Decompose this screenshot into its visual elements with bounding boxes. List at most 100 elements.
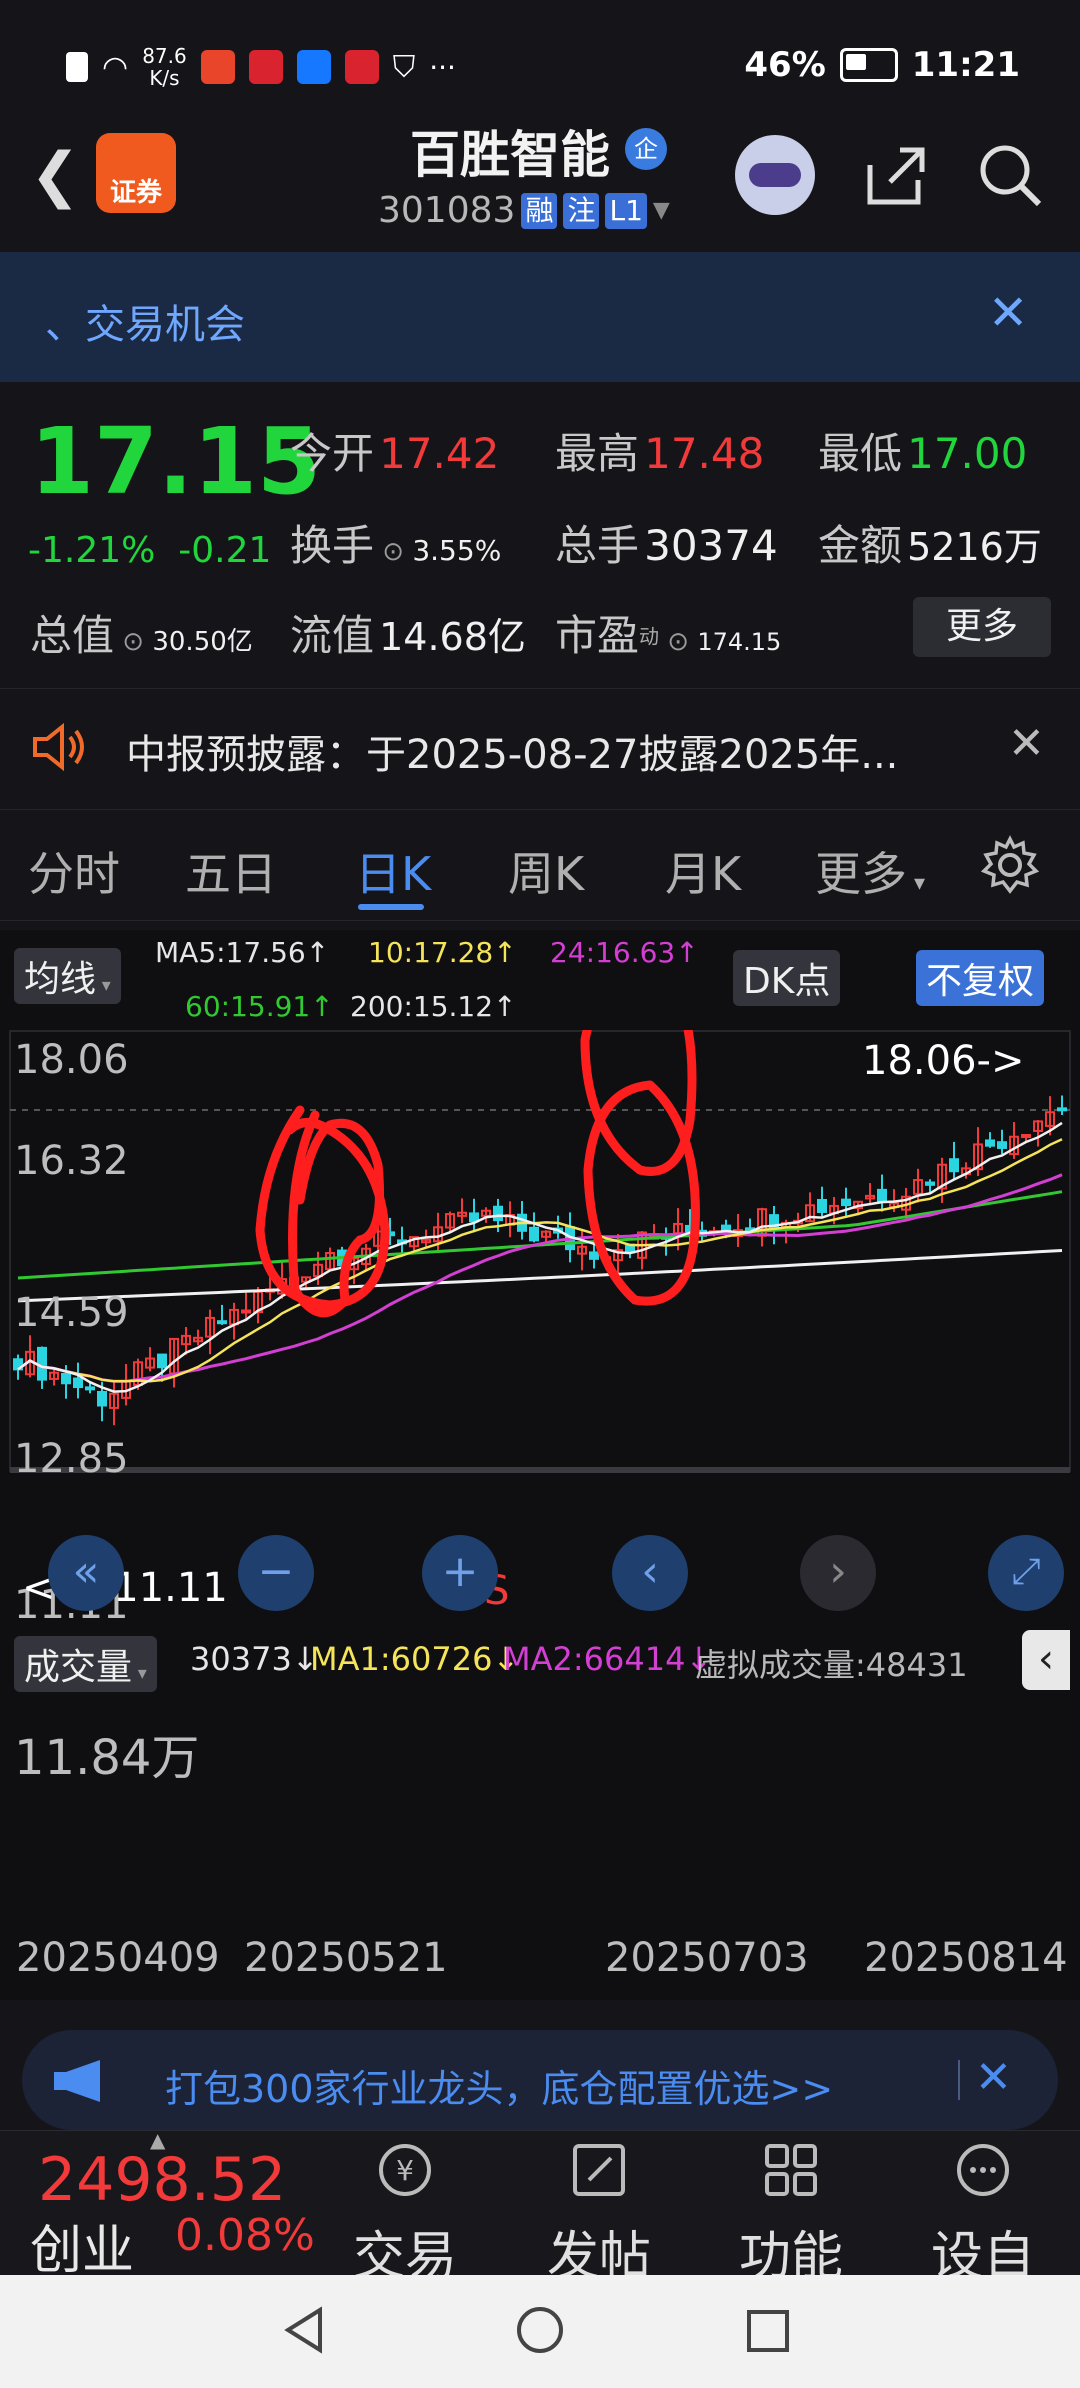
- candle-body: [241, 1309, 251, 1314]
- chevron-left-icon[interactable]: ‹: [612, 1535, 688, 1611]
- candle-body: [841, 1198, 851, 1207]
- back-icon[interactable]: ❮: [30, 140, 80, 210]
- level-tag: L1: [605, 192, 647, 229]
- close-icon[interactable]: ✕: [1008, 718, 1045, 769]
- quote-field-float-cap: 流值 14.68亿: [290, 611, 526, 660]
- wifi-icon: ◠: [102, 49, 129, 85]
- change-percent: -1.21%: [28, 530, 156, 571]
- volume-max-label: 11.84万: [14, 1730, 200, 1786]
- opportunity-text[interactable]: 、交易机会: [45, 292, 245, 350]
- tab-weekly-k[interactable]: 周K: [508, 838, 584, 904]
- tab-five-day[interactable]: 五日: [185, 838, 277, 904]
- fullscreen-icon[interactable]: ⤢: [988, 1535, 1064, 1611]
- search-icon[interactable]: [975, 140, 1045, 210]
- quote-field-low: 最低 17.00: [818, 429, 1028, 478]
- stock-code-row[interactable]: 301083 融 注 L1 ▼: [378, 190, 670, 231]
- battery-icon: [839, 48, 898, 82]
- adjust-toggle[interactable]: 不复权: [916, 950, 1045, 1006]
- candle-body: [1021, 1133, 1031, 1138]
- promo-text[interactable]: 打包300家行业龙头，底仓配置优选>>: [165, 2058, 833, 2113]
- tab-daily-k[interactable]: 日K: [355, 838, 431, 904]
- broker-logo[interactable]: 证券: [96, 133, 176, 213]
- date-label: 20250703: [605, 1935, 809, 1981]
- annotation-circle: [580, 1030, 697, 1176]
- megaphone-icon: [54, 2060, 100, 2102]
- status-left: ◠ 87.6 K/s ⛉ ···: [66, 45, 456, 89]
- y-axis-label: 16.32: [14, 1138, 129, 1184]
- volume-ma2: MA2:66414↓: [503, 1640, 713, 1678]
- dk-point-toggle[interactable]: DK点: [733, 950, 841, 1006]
- y-axis-label: 18.06: [14, 1037, 129, 1083]
- shield-icon: ⛉: [392, 49, 416, 85]
- active-tab-indicator: [358, 904, 424, 910]
- logo-text: 证券: [109, 178, 162, 208]
- tab-intraday[interactable]: 分时: [28, 838, 120, 904]
- candle-body: [73, 1377, 83, 1389]
- ma24-legend: 24:16.63↑: [550, 936, 699, 969]
- candle-body: [61, 1372, 71, 1385]
- fast-backward-icon[interactable]: «: [48, 1535, 124, 1611]
- stock-code: 301083: [378, 190, 516, 231]
- volume-current: 30373↓: [190, 1640, 319, 1678]
- share-icon[interactable]: [860, 140, 930, 210]
- grid-icon: [765, 2144, 817, 2196]
- candle-body: [589, 1251, 599, 1260]
- zoom-in-icon[interactable]: +: [422, 1535, 498, 1611]
- stock-name: 百胜智能: [410, 126, 610, 184]
- system-recents-icon[interactable]: [745, 2308, 791, 2354]
- candle-body: [217, 1320, 227, 1325]
- quote-field-amount: 金额 5216万: [818, 521, 1042, 570]
- quote-field-market-cap: 总值 ⊙ 30.50亿: [30, 611, 253, 660]
- status-right: 46% 11:21: [744, 45, 1020, 85]
- registered-tag: 注: [563, 192, 600, 229]
- net-speed: 87.6 K/s: [142, 44, 187, 90]
- candle-body: [85, 1386, 95, 1391]
- info-icon: ⊙: [659, 627, 698, 657]
- quote-field-volume: 总手 30374: [555, 521, 778, 570]
- volume-toggle[interactable]: 成交量 ▾: [14, 1636, 157, 1692]
- ma-toggle[interactable]: 均线 ▾: [14, 948, 121, 1004]
- edit-icon: [573, 2144, 625, 2196]
- nav-post[interactable]: 发帖: [534, 2138, 664, 2289]
- trade-icon: ¥: [379, 2144, 431, 2196]
- app-notification-icon: [200, 50, 235, 84]
- settings-gear-icon[interactable]: [980, 835, 1040, 895]
- index-change[interactable]: 0.08%: [175, 2210, 315, 2261]
- clock: 11:21: [911, 45, 1020, 85]
- current-price: 17.15: [30, 408, 322, 515]
- notice-text[interactable]: 中报预披露：于2025-08-27披露2025年...: [126, 722, 898, 780]
- ma5-legend: MA5:17.56↑: [155, 936, 330, 969]
- index-name[interactable]: 创业: [30, 2208, 134, 2283]
- close-icon[interactable]: ✕: [988, 285, 1028, 341]
- candle-body: [469, 1212, 479, 1223]
- kline-svg: [9, 1030, 1071, 1473]
- quote-field-open: 今开 17.42: [290, 429, 500, 478]
- price-change: -1.21% -0.21: [28, 530, 271, 571]
- nav-trade[interactable]: ¥ 交易: [340, 2138, 470, 2289]
- chevron-right-icon[interactable]: ›: [800, 1535, 876, 1611]
- more-button[interactable]: 更多: [913, 597, 1051, 657]
- close-icon[interactable]: ✕: [975, 2052, 1012, 2103]
- collapse-panel-icon[interactable]: ‹: [1022, 1630, 1070, 1690]
- system-back-icon[interactable]: [280, 2305, 330, 2355]
- nav-functions[interactable]: 功能: [726, 2138, 856, 2289]
- assistant-robot-icon[interactable]: [735, 135, 815, 215]
- candle-body: [949, 1158, 959, 1173]
- price-panel-frame: [9, 1030, 1071, 1472]
- quote-field-pe: 市盈动 ⊙ 174.15: [555, 611, 782, 660]
- tab-monthly-k[interactable]: 月K: [665, 838, 741, 904]
- candle-body: [529, 1226, 539, 1242]
- chevron-down-icon[interactable]: ▼: [653, 198, 670, 223]
- date-label: 20250521: [244, 1935, 448, 1981]
- volume-ma1: MA1:60726↓: [310, 1640, 520, 1678]
- ma10-legend: 10:17.28↑: [368, 936, 517, 969]
- app-notification-icon: [344, 50, 379, 84]
- date-label: 20250814: [864, 1935, 1068, 1981]
- system-home-icon[interactable]: [515, 2305, 565, 2355]
- battery-percent: 46%: [744, 45, 826, 85]
- ma200-legend: 200:15.12↑: [350, 990, 517, 1023]
- index-value[interactable]: 2498.52: [38, 2145, 286, 2215]
- tab-more[interactable]: 更多 ▾: [815, 838, 925, 904]
- ma60-legend: 60:15.91↑: [185, 990, 334, 1023]
- zoom-out-icon[interactable]: −: [238, 1535, 314, 1611]
